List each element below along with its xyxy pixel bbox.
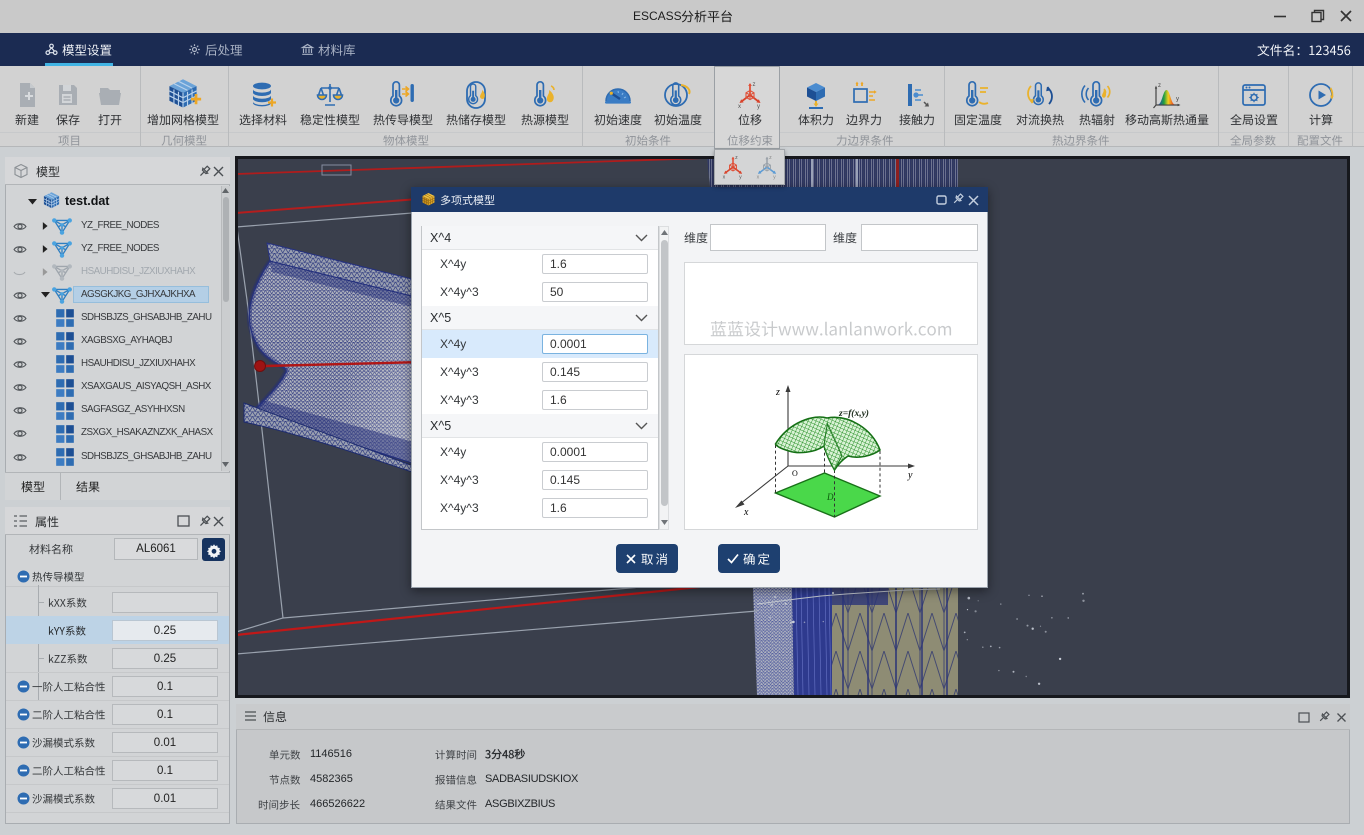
svg-text:x: x bbox=[723, 174, 726, 180]
svg-text:x: x bbox=[743, 507, 749, 518]
svg-text:z: z bbox=[769, 155, 772, 161]
svg-text:y: y bbox=[757, 104, 760, 110]
svg-text:x: x bbox=[738, 104, 741, 110]
svg-text:y: y bbox=[907, 470, 913, 481]
svg-text:y: y bbox=[1176, 97, 1179, 103]
svg-text:y: y bbox=[773, 174, 776, 180]
svg-text:O: O bbox=[792, 469, 798, 478]
svg-text:z: z bbox=[775, 387, 780, 398]
svg-text:z: z bbox=[1158, 83, 1161, 89]
svg-text:D: D bbox=[826, 492, 834, 502]
svg-text:y: y bbox=[739, 174, 742, 180]
svg-text:z: z bbox=[735, 155, 738, 161]
svg-text:z: z bbox=[752, 82, 755, 88]
svg-text:z=f(x,y): z=f(x,y) bbox=[838, 408, 869, 419]
svg-text:x: x bbox=[757, 174, 760, 180]
